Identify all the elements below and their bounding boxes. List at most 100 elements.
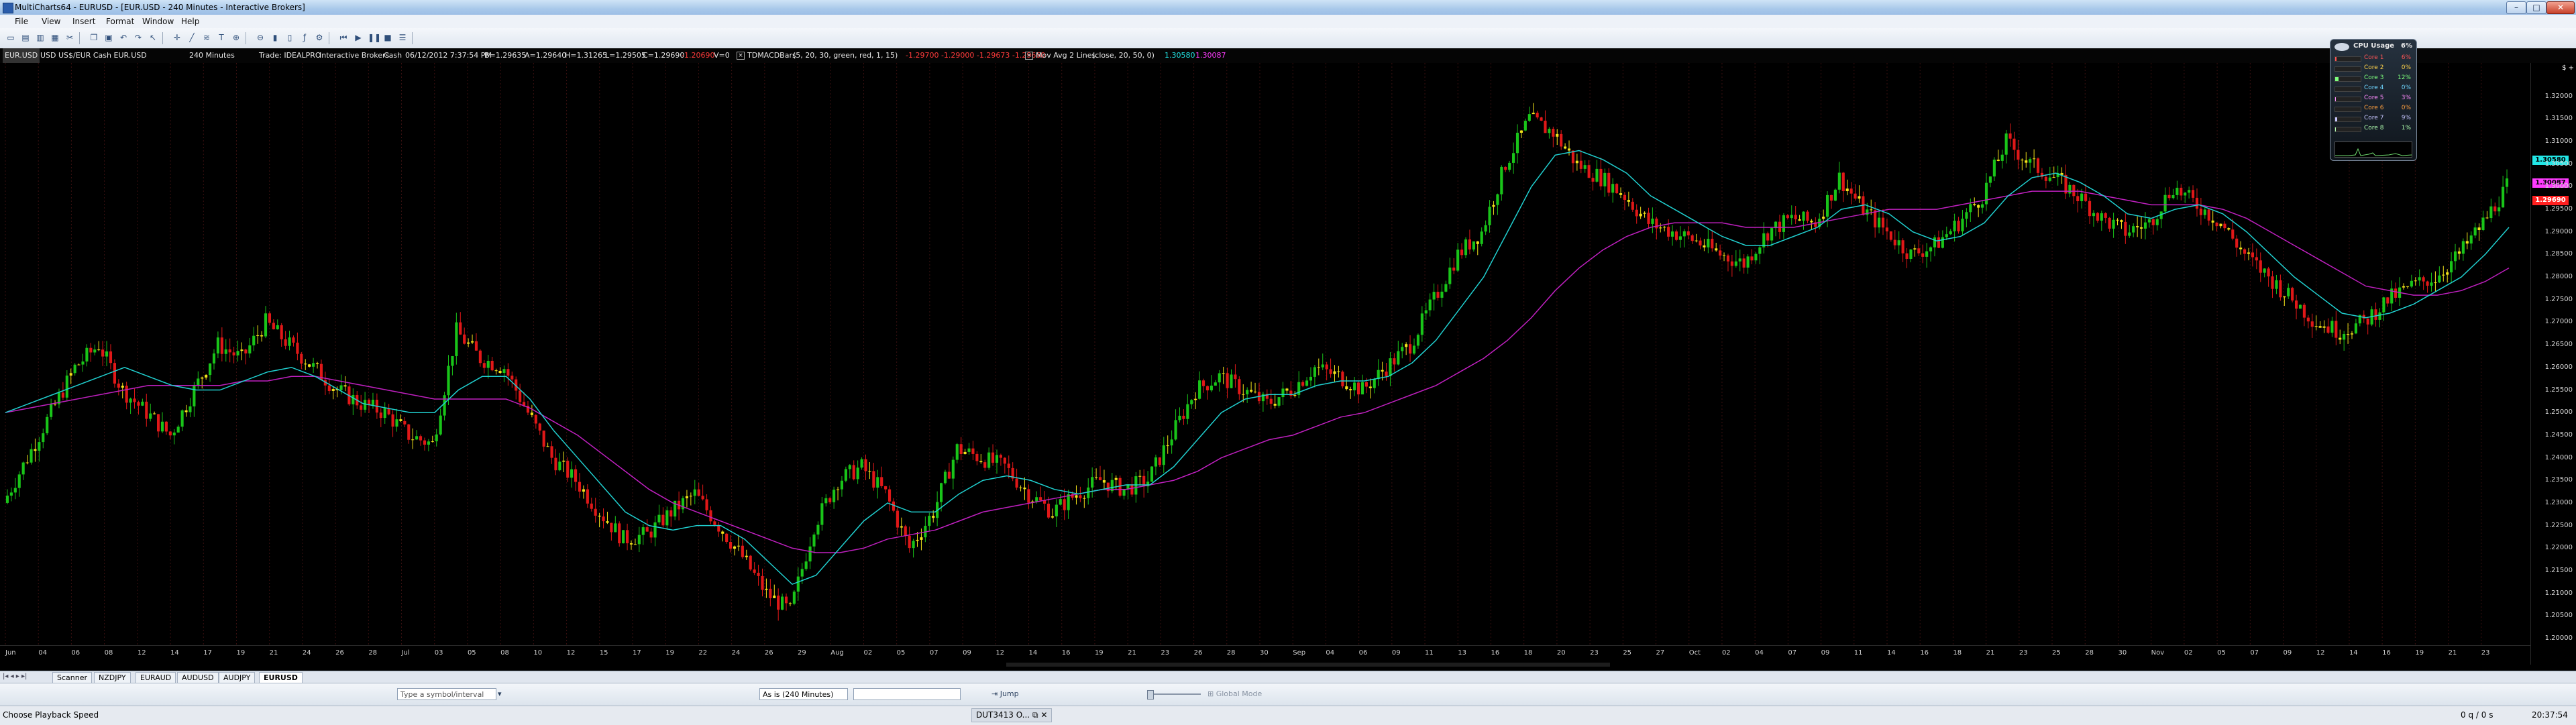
- copy-icon[interactable]: ❐: [89, 32, 99, 44]
- tab-eurusd[interactable]: EURUSD: [259, 672, 303, 683]
- indicator-icon[interactable]: ƒ: [299, 32, 310, 44]
- pause-icon[interactable]: ❚❚: [368, 32, 378, 44]
- interval-select[interactable]: As is (240 Minutes): [759, 688, 848, 700]
- menu-help[interactable]: Help: [181, 17, 199, 26]
- redo-icon[interactable]: ↷: [133, 32, 144, 44]
- zoom-in-icon[interactable]: ⊕: [231, 32, 241, 44]
- bar-chart-icon[interactable]: ▮: [270, 32, 280, 44]
- minimize-button[interactable]: –: [2506, 1, 2526, 14]
- main-toolbar: ▭ ▤ ▥ ▦ ✂ ❐ ▣ ↶ ↷ ↖ ✛ ╱ ≋ T ⊕ ⊖ ▮ ▯ ƒ ⚙ ⏮ ▶ ❚❚ ■ ☰: [0, 28, 2576, 49]
- menu-format[interactable]: Format: [106, 17, 134, 26]
- candle-body: [1234, 374, 1236, 379]
- candle-icon[interactable]: ▯: [284, 32, 295, 44]
- price-axis[interactable]: $ + 1.30580 1.30087 1.29690 1.320001.315…: [2530, 63, 2576, 665]
- paste-icon[interactable]: ▣: [103, 32, 114, 44]
- study2-close-icon[interactable]: ×: [1025, 52, 1033, 60]
- tab-audjpy[interactable]: AUDJPY: [219, 672, 255, 683]
- jump-button[interactable]: ⇥ Jump: [991, 689, 1019, 700]
- tab-nzdjpy[interactable]: NZDJPY: [94, 672, 131, 683]
- candle-body: [395, 419, 398, 427]
- playback-speed-slider[interactable]: [1147, 693, 1201, 695]
- maximize-button[interactable]: □: [2526, 1, 2546, 14]
- date-tick-label: 09: [1821, 649, 1830, 657]
- price-chart[interactable]: [0, 63, 2576, 665]
- candle-body: [447, 366, 449, 395]
- tab-audusd[interactable]: AUDUSD: [177, 672, 219, 683]
- window-titlebar[interactable]: MultiCharts64 - EURUSD - [EUR.USD - 240 …: [0, 0, 2576, 15]
- candle-body: [487, 361, 490, 368]
- candle-body: [427, 441, 430, 445]
- candle-body: [1281, 388, 1284, 397]
- stop-icon[interactable]: ■: [382, 32, 393, 44]
- menu-window[interactable]: Window: [142, 17, 174, 26]
- candle-body: [646, 527, 649, 532]
- strategy-icon[interactable]: ⚙: [314, 32, 325, 44]
- global-mode-button[interactable]: ⊞ Global Mode: [1208, 689, 1262, 700]
- menu-view[interactable]: View: [42, 17, 60, 26]
- replay-icon[interactable]: ⏮: [338, 32, 349, 44]
- undo-icon[interactable]: ↶: [118, 32, 129, 44]
- cpu-usage-gadget[interactable]: CPU Usage 6% Core 16%Core 20%Core 312%Co…: [2330, 39, 2417, 161]
- date-tick-label: 22: [698, 649, 707, 657]
- candle-body: [2382, 297, 2385, 312]
- candle-body: [1393, 358, 1395, 364]
- fibonacci-icon[interactable]: ≋: [201, 32, 212, 44]
- close-button[interactable]: ✕: [2546, 1, 2575, 14]
- date-tick-label: 23: [1161, 649, 1169, 657]
- tab-euraud[interactable]: EURAUD: [136, 672, 176, 683]
- candle-body: [2192, 190, 2194, 198]
- text-icon[interactable]: T: [216, 32, 227, 44]
- date-axis[interactable]: Jun0406081214171921242628Jul030508101215…: [0, 645, 2530, 661]
- new-icon[interactable]: ▭: [5, 32, 16, 44]
- symbol-interval-input[interactable]: Type a symbol/interval: [397, 688, 496, 700]
- symbol-label[interactable]: EUR.USD: [3, 48, 40, 63]
- crosshair-icon[interactable]: ✛: [172, 32, 182, 44]
- taskbar-item-label: DUT3413 O...: [976, 710, 1030, 720]
- candle-body: [566, 461, 569, 478]
- taskbar-restore-icon[interactable]: ⧉: [1032, 710, 1040, 720]
- candle-body: [857, 467, 859, 479]
- print-icon[interactable]: ▦: [50, 32, 60, 44]
- candle-body: [884, 486, 887, 490]
- date-tick-label: 05: [897, 649, 906, 657]
- save-icon[interactable]: ▥: [35, 32, 46, 44]
- date-tick-label: 25: [1623, 649, 1631, 657]
- candle-body: [606, 521, 608, 523]
- cpu-core-value: 1%: [2402, 125, 2411, 131]
- candle-body: [2334, 321, 2337, 337]
- candle-body: [1933, 237, 1936, 247]
- taskbar-item[interactable]: DUT3413 O... ⧉ ✕: [971, 708, 1052, 722]
- date-jump-input[interactable]: [853, 688, 961, 700]
- candlestick-chart-svg[interactable]: [0, 63, 2530, 645]
- speed-slider-thumb[interactable]: [1147, 690, 1154, 700]
- cursor-icon[interactable]: ↖: [148, 32, 158, 44]
- study-close-icon[interactable]: ×: [737, 52, 745, 60]
- candle-body: [2374, 309, 2377, 320]
- candle-body: [741, 546, 744, 557]
- scroll-thumb[interactable]: [1006, 663, 1610, 667]
- menu-file[interactable]: File: [15, 17, 28, 26]
- date-tick-label: 17: [203, 649, 212, 657]
- symbol-dropdown-icon[interactable]: ▾: [498, 689, 502, 700]
- cut-icon[interactable]: ✂: [64, 32, 75, 44]
- candle-body: [1472, 241, 1475, 249]
- tab-scroll-arrows-icon[interactable]: |◂ ◂ ▸ ▸|: [3, 673, 27, 680]
- line-icon[interactable]: ╱: [186, 32, 197, 44]
- candle-body: [339, 385, 342, 390]
- candle-body: [1878, 218, 1880, 228]
- candle-body: [467, 343, 470, 344]
- zoom-out-icon[interactable]: ⊖: [255, 32, 266, 44]
- candle-body: [2255, 257, 2258, 260]
- settings-icon[interactable]: ☰: [397, 32, 408, 44]
- candle-body: [1961, 219, 1964, 231]
- tab-scanner[interactable]: Scanner: [52, 672, 92, 683]
- menu-insert[interactable]: Insert: [72, 17, 95, 26]
- price-tick-label: 1.20500: [2545, 612, 2573, 619]
- candle-body: [1731, 262, 1733, 266]
- taskbar-close-icon[interactable]: ✕: [1040, 710, 1047, 720]
- date-tick-label: 14: [1029, 649, 1038, 657]
- candle-body: [137, 402, 140, 406]
- chart-horizontal-scroll[interactable]: [0, 660, 2530, 669]
- open-icon[interactable]: ▤: [20, 32, 31, 44]
- play-icon[interactable]: ▶: [353, 32, 364, 44]
